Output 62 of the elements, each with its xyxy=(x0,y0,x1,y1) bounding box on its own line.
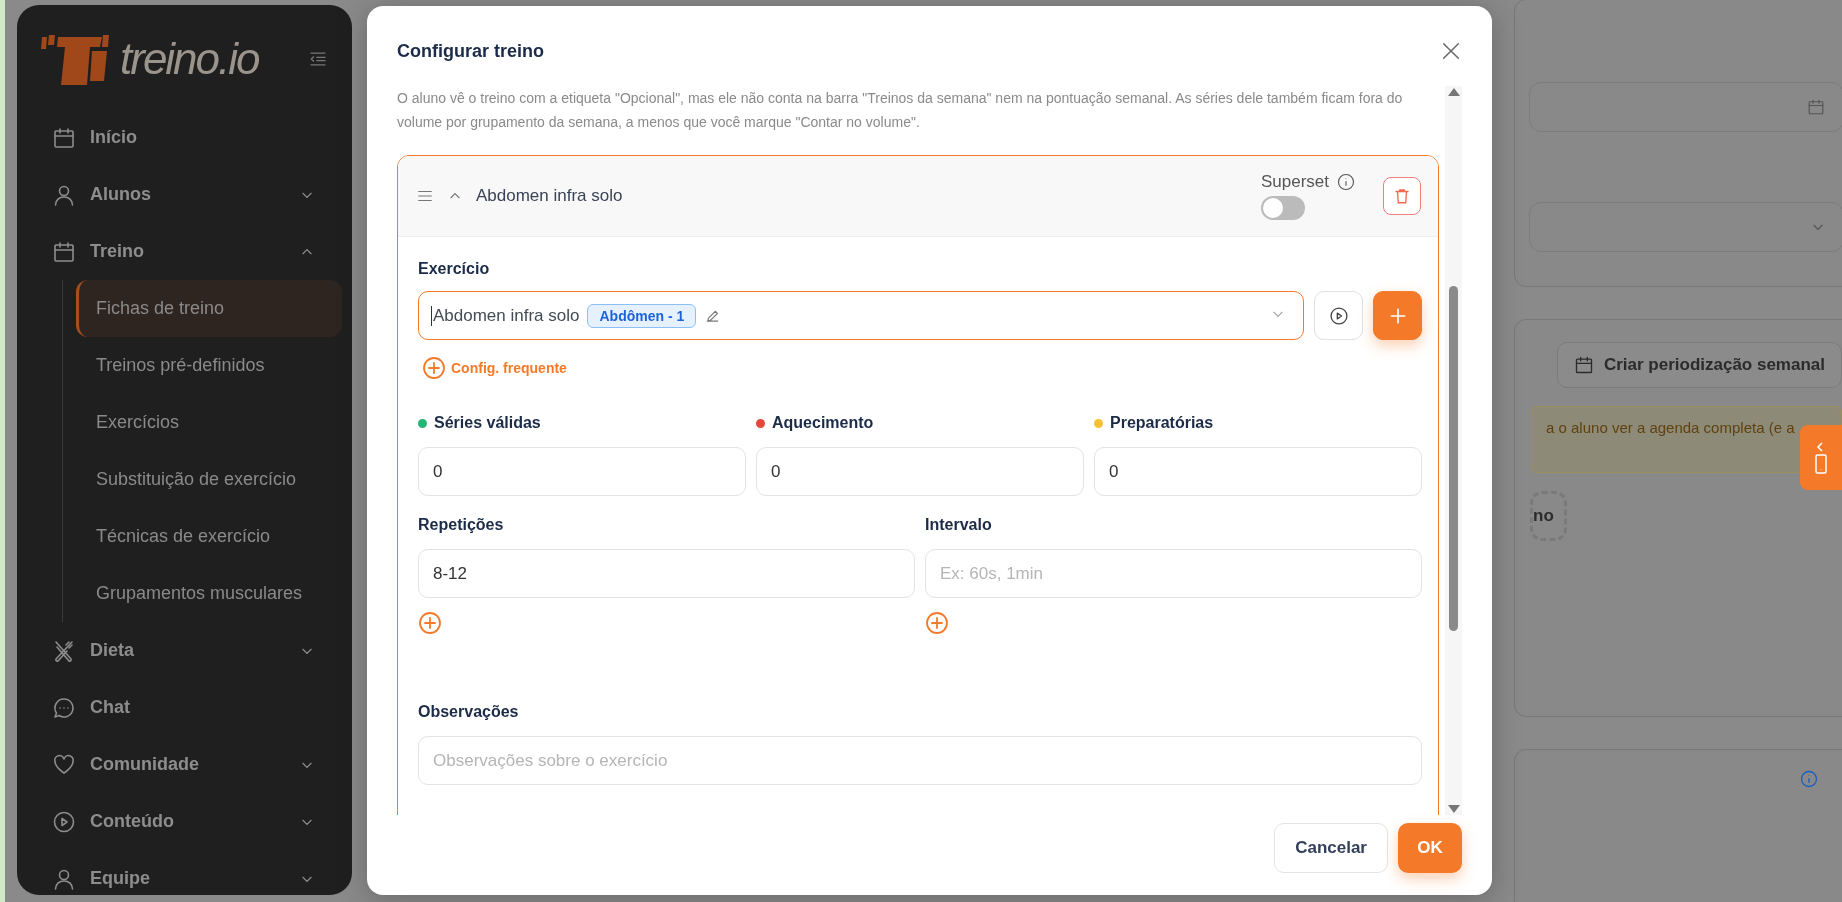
calendar-icon xyxy=(1807,98,1825,116)
play-icon xyxy=(52,809,76,834)
close-icon[interactable] xyxy=(1440,40,1462,62)
sidebar-subitem[interactable]: Substituição de exercício xyxy=(76,451,342,508)
calendar-icon xyxy=(52,239,76,264)
muscle-tag: Abdômen - 1 xyxy=(587,303,697,328)
sidebar-item[interactable]: Dieta xyxy=(17,622,352,679)
exercise-name: Abdomen infra solo xyxy=(476,186,624,206)
sidebar-item[interactable]: Conteúdo xyxy=(17,793,352,850)
superset-label: Superset xyxy=(1260,172,1329,192)
heart-icon xyxy=(52,752,76,777)
trash-icon xyxy=(1393,187,1411,205)
field-label: Intervalo xyxy=(925,516,993,534)
sidebar-subitem[interactable]: Fichas de treino xyxy=(76,280,342,337)
input-field[interactable]: Ex: 60s, 1min xyxy=(925,549,1422,598)
input-field[interactable]: 0 xyxy=(1094,447,1422,496)
delete-button[interactable] xyxy=(1383,177,1421,215)
side-tab[interactable] xyxy=(1800,425,1842,490)
superset-toggle[interactable] xyxy=(1260,196,1305,220)
exercise-select[interactable]: Abdomen infra solo Abdômen - 1 xyxy=(418,291,1304,340)
field-label: Exercício xyxy=(418,260,491,278)
sidebar-item[interactable]: Equipe xyxy=(17,850,352,895)
ok-button[interactable]: OK xyxy=(1398,823,1462,873)
play-icon xyxy=(1328,305,1349,326)
sidebar-subitem[interactable]: Grupamentos musculares xyxy=(76,565,342,622)
description-text: O aluno vê o treino com a etiqueta "Opcional", mas ele não conta na barra "Treinos da semana" nem na pontuação semanal. As séries dele também ficam fora do volume por grupamento da semana, a menos que você marque "Contar no volume". xyxy=(397,89,1404,132)
cancel-button[interactable]: Cancelar xyxy=(1274,823,1388,873)
chat-icon xyxy=(52,695,76,720)
calendar-icon xyxy=(1573,355,1594,375)
info-icon[interactable] xyxy=(1337,173,1355,191)
field-label: Repetições xyxy=(418,516,505,534)
config-link[interactable]: Config. frequente xyxy=(422,356,567,380)
field-label: Aquecimento xyxy=(772,414,874,432)
dashed-button[interactable]: no xyxy=(1530,491,1567,541)
logo-text: treino.io xyxy=(120,34,259,84)
input-field[interactable]: 0 xyxy=(418,447,746,496)
field-label: Preparatórias xyxy=(1110,414,1214,432)
field-label: Observações xyxy=(418,703,520,721)
sidebar-item[interactable]: Treino xyxy=(17,223,352,280)
sidebar-item[interactable]: Chat xyxy=(17,679,352,736)
add-circle-icon[interactable] xyxy=(422,356,446,380)
sidebar-subitem[interactable]: Treinos pré-definidos xyxy=(76,337,342,394)
input-field[interactable]: 0 xyxy=(756,447,1084,496)
alert-text: a o aluno ver a agenda completa (e a xyxy=(1531,406,1842,473)
sidebar-item[interactable]: Alunos xyxy=(17,166,352,223)
calendar-icon xyxy=(52,125,76,150)
sidebar-item[interactable]: Comunidade xyxy=(17,736,352,793)
add-circle-icon[interactable] xyxy=(418,611,442,635)
cutlery-icon xyxy=(52,638,76,663)
add-button[interactable] xyxy=(1373,291,1422,340)
field-label: Séries válidas xyxy=(434,414,541,432)
sidebar-subitem[interactable]: Exercícios xyxy=(76,394,342,451)
period-button[interactable]: Criar periodização semanal xyxy=(1556,342,1842,388)
sidebar-subitem[interactable]: Técnicas de exercício xyxy=(76,508,342,565)
input-field[interactable]: 8-12 xyxy=(418,549,915,598)
add-circle-icon[interactable] xyxy=(925,611,949,635)
scrollbar[interactable] xyxy=(1445,86,1462,815)
sidebar-item[interactable]: Início xyxy=(17,109,352,166)
video-button[interactable] xyxy=(1314,291,1363,340)
modal-title: Configurar treino xyxy=(397,40,545,62)
input-field[interactable]: Observações sobre o exercício xyxy=(418,736,1422,785)
phone-icon xyxy=(1813,440,1829,475)
